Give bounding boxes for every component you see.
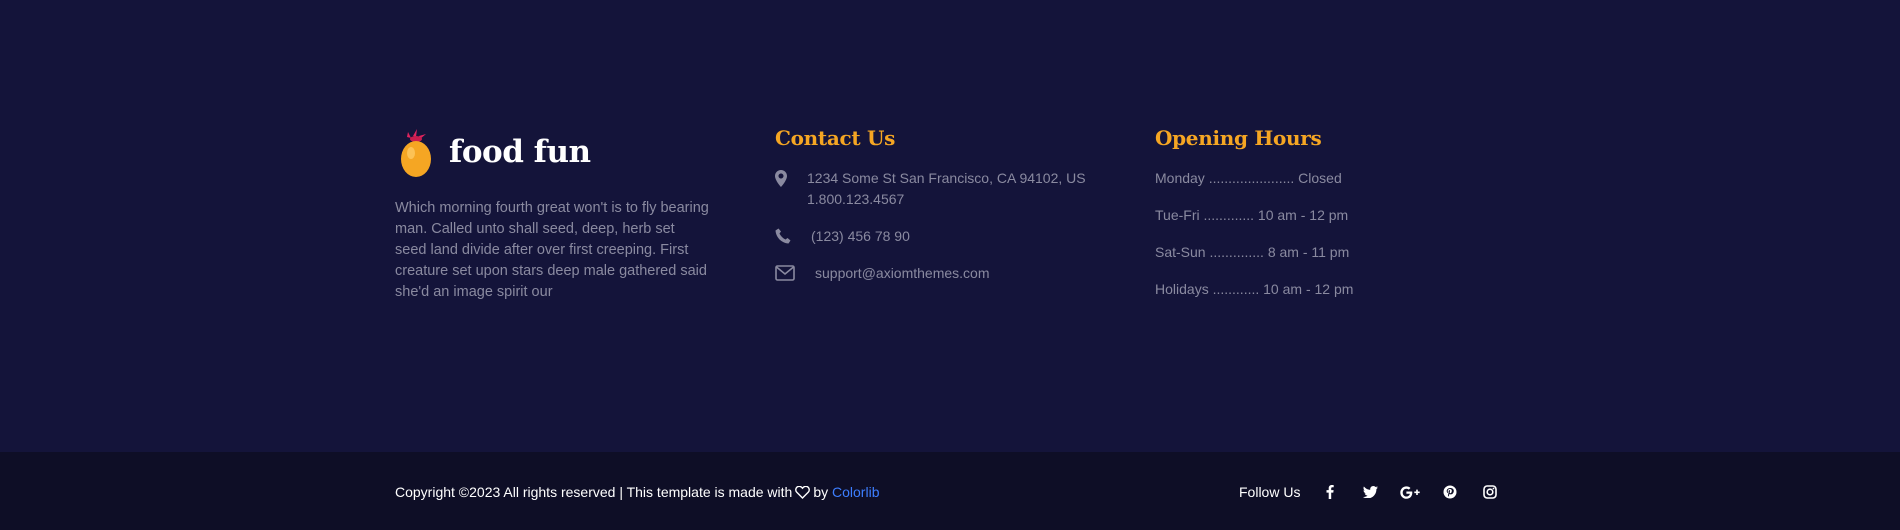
hours-row: Holidays ............ 10 am - 12 pm [1155,281,1354,297]
heart-icon [795,485,811,499]
hours-title: Opening Hours [1155,126,1322,150]
hours-row: Tue-Fri ............. 10 am - 12 pm [1155,207,1349,223]
copyright-text: Copyright ©2023 All rights reserved | Th… [395,483,879,501]
social-links [1320,482,1500,502]
follow-us-label: Follow Us [1239,484,1301,500]
map-pin-icon [775,168,805,187]
envelope-icon [775,263,805,281]
hours-row: Sat-Sun .............. 8 am - 11 pm [1155,244,1350,260]
contact-list: 1234 Some St San Francisco, CA 94102, US… [775,168,1115,284]
logo[interactable]: food fun [395,126,715,178]
footer-bottom-bar [0,452,1900,530]
hours-list: Monday ...................... Closed Tue… [1155,168,1455,300]
colorlib-link[interactable]: Colorlib [832,483,879,501]
hours-column: Opening Hours Monday ...................… [1155,126,1455,300]
address-phone-line: 1.800.123.4567 [807,191,905,207]
hours-row: Monday ...................... Closed [1155,170,1342,186]
contact-address: 1234 Some St San Francisco, CA 94102, US… [775,168,1115,210]
address-line: 1234 Some St San Francisco, CA 94102, US [807,170,1086,186]
copyright-prefix: Copyright ©2023 All rights reserved | Th… [395,484,793,500]
logo-text: food fun [449,134,591,170]
about-column: food fun Which morning fourth great won'… [395,126,715,303]
pinterest-icon[interactable] [1440,482,1460,502]
about-description: Which morning fourth great won't is to f… [395,200,709,300]
phone-icon [775,226,805,244]
contact-phone: (123) 456 78 90 [775,226,1115,247]
facebook-icon[interactable] [1320,482,1340,502]
email-address[interactable]: support@axiomthemes.com [805,263,990,284]
contact-title: Contact Us [775,126,896,150]
footer-main: food fun Which morning fourth great won'… [0,0,1900,452]
contact-column: Contact Us 1234 Some St San Francisco, C… [775,126,1115,284]
phone-number[interactable]: (123) 456 78 90 [805,226,910,247]
egg-chick-icon [401,129,431,177]
copyright-by: by [813,484,829,500]
twitter-icon[interactable] [1360,482,1380,502]
instagram-icon[interactable] [1480,482,1500,502]
google-plus-icon[interactable] [1400,482,1420,502]
contact-email: support@axiomthemes.com [775,263,1115,284]
